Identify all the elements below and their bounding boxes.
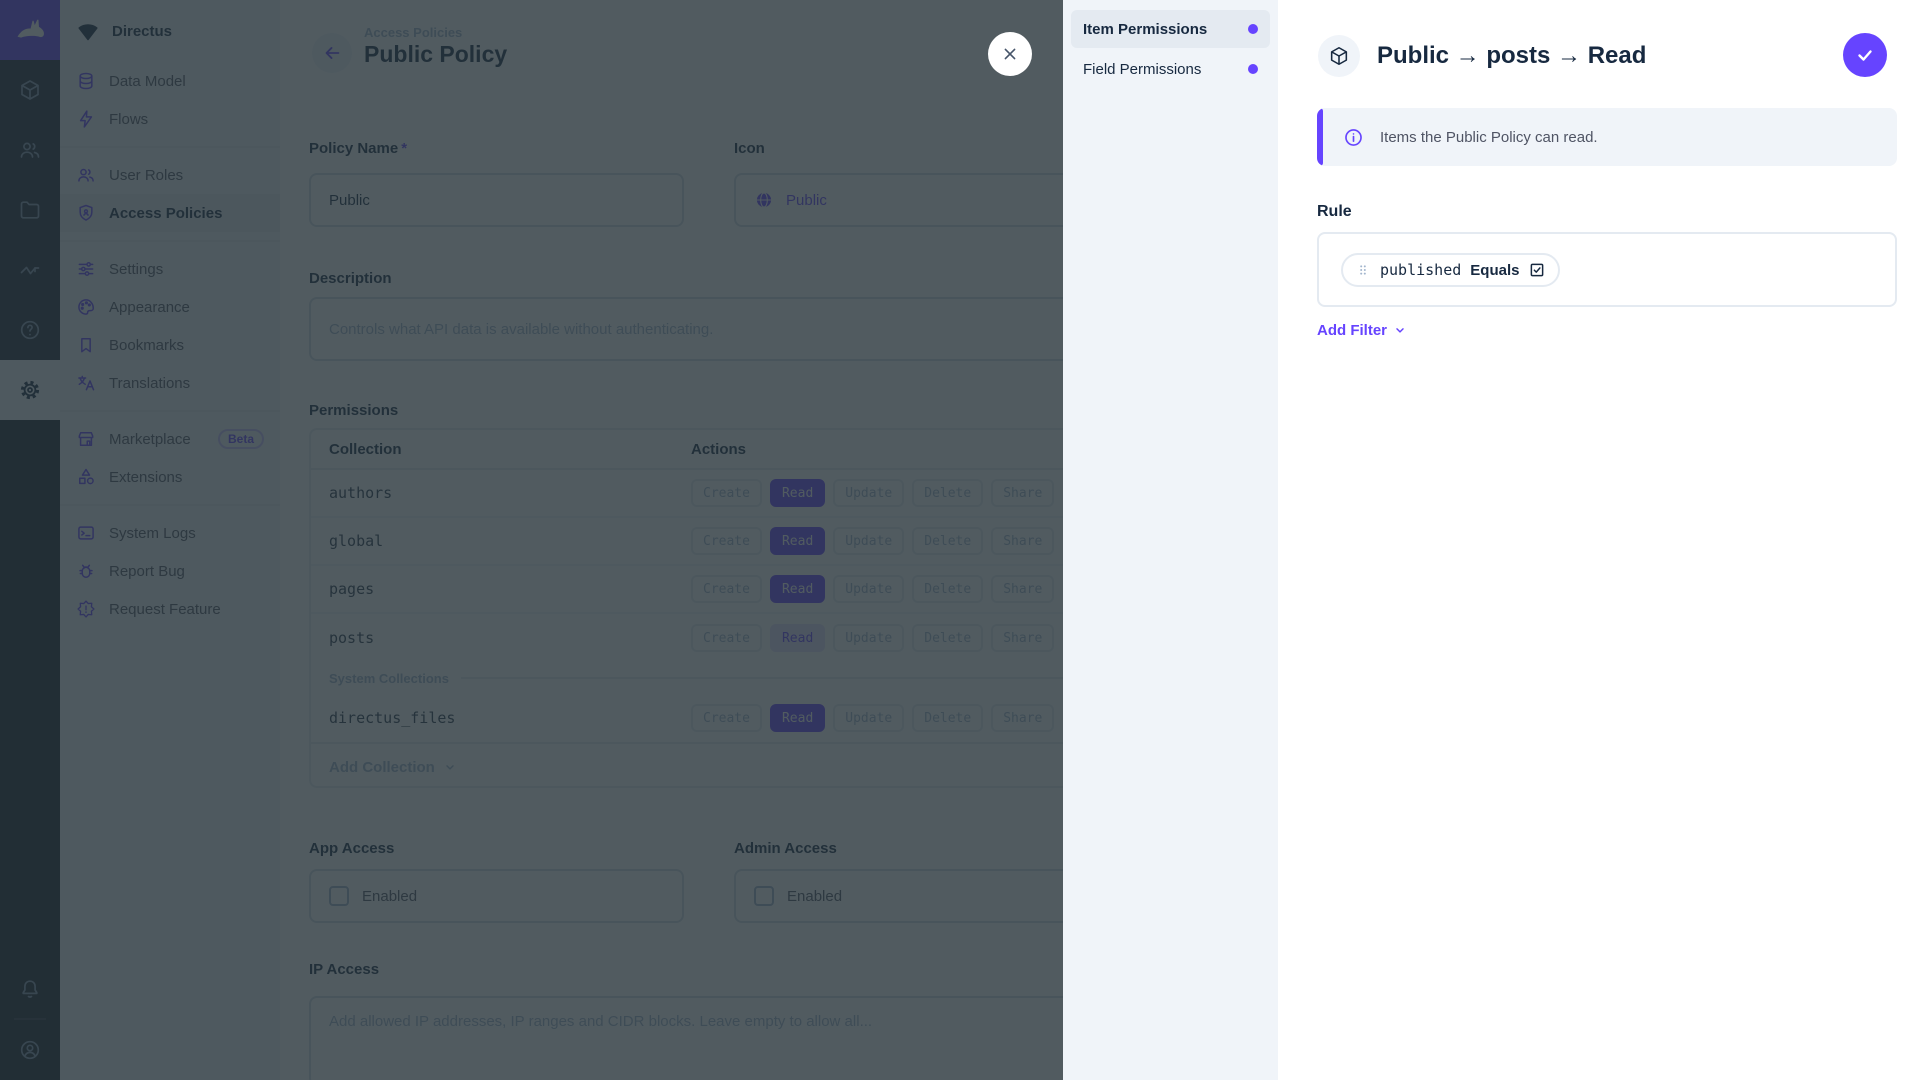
filter-operator[interactable]: Equals [1470,262,1519,279]
status-dot [1248,24,1258,34]
drag-handle-icon[interactable] [1355,262,1371,278]
add-filter-button[interactable]: Add Filter [1317,321,1409,339]
directus-app: Directus Data Model Flows [0,0,1920,1080]
check-icon [1853,43,1877,67]
close-drawer-button[interactable] [988,32,1032,76]
drawer-overlay[interactable] [0,0,1063,1080]
rule-container: published Equals [1317,232,1897,307]
tab-item-permissions[interactable]: Item Permissions [1071,10,1270,48]
close-icon [999,43,1021,65]
filter-value-checkbox-checked-icon[interactable] [1528,261,1546,279]
notice-text: Items the Public Policy can read. [1380,128,1598,146]
box-icon [1328,45,1350,67]
info-icon [1343,127,1364,148]
tab-label: Field Permissions [1083,60,1202,78]
filter-pill[interactable]: published Equals [1341,253,1561,287]
drawer-title-badge [1318,35,1360,77]
filter-field[interactable]: published [1380,261,1461,279]
info-notice: Items the Public Policy can read. [1317,108,1897,166]
drawer-sidebar: Item Permissions Field Permissions [1063,0,1278,1080]
chevron-down-icon [1391,321,1409,339]
drawer-content: Public → posts → Read Items the Public P… [1278,0,1920,1080]
save-button[interactable] [1843,33,1887,77]
notice-accent-bar [1317,108,1323,166]
tab-label: Item Permissions [1083,20,1208,38]
drawer-title: Public → posts → Read [1377,42,1647,69]
status-dot [1248,64,1258,74]
rule-label: Rule [1317,203,1352,220]
tab-field-permissions[interactable]: Field Permissions [1071,50,1270,88]
